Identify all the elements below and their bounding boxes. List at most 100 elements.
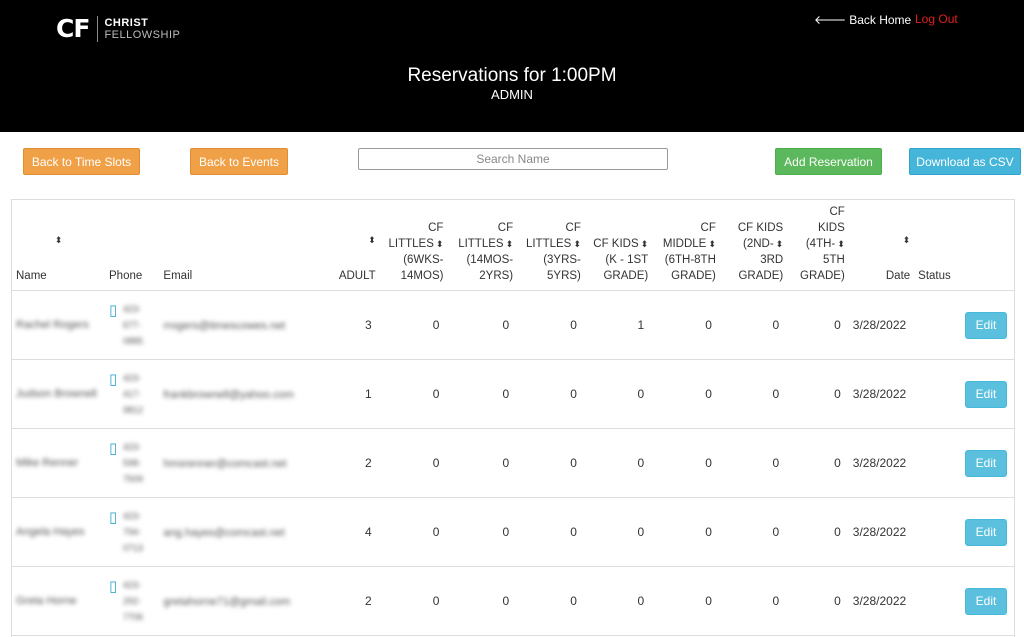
cell-count-mid: 0 xyxy=(652,290,720,360)
cell-count-adult: 2 xyxy=(328,428,380,498)
logo-line-1: CHRIST xyxy=(104,16,149,29)
col-header-middle[interactable]: CF MIDDLE ⬍ (6TH-8TH GRADE) xyxy=(652,200,720,291)
phone-part: 794- xyxy=(123,527,142,537)
cell-count-k2: 0 xyxy=(719,566,788,636)
phone-part: 423- xyxy=(123,511,142,521)
edit-button[interactable]: Edit xyxy=(965,518,1007,546)
cell-count-k2: 0 xyxy=(719,290,788,360)
cell-phone: ▯ 423- 292- 7706 xyxy=(105,566,160,636)
col-header-littles-14mos[interactable]: CF LITTLES ⬍ (14MOS- 2YRS) xyxy=(447,200,518,291)
cell-actions: Edit xyxy=(958,290,1014,360)
cell-phone: ▯ 423- 677- 0885 xyxy=(105,290,160,360)
cell-status xyxy=(914,290,959,360)
cell-date: 3/28/2022 xyxy=(848,497,915,567)
phone-part: 598- xyxy=(123,458,142,468)
cell-count-l2: 0 xyxy=(447,497,518,567)
back-to-events-button[interactable]: Back to Events xyxy=(190,148,288,175)
edit-button[interactable]: Edit xyxy=(965,587,1007,615)
cell-count-k2: 0 xyxy=(719,359,788,429)
cell-actions: Edit xyxy=(958,359,1014,429)
cell-status xyxy=(914,497,959,567)
back-home-label: Back Home xyxy=(849,13,912,27)
cell-count-l3: 0 xyxy=(517,566,585,636)
cell-name: Angela Hayes xyxy=(12,497,105,567)
mobile-phone-icon[interactable]: ▯ xyxy=(109,577,117,595)
col-header-kids-2nd3rd[interactable]: CF KIDS (2ND- ⬍ 3RD GRADE) xyxy=(719,200,788,291)
cell-count-l2: 0 xyxy=(447,428,518,498)
cell-count-l1: 0 xyxy=(379,290,448,360)
cell-count-l1: 0 xyxy=(379,428,448,498)
search-name-input[interactable] xyxy=(358,148,668,170)
cell-date: 3/28/2022 xyxy=(848,290,915,360)
cell-count-k1: 0 xyxy=(584,566,653,636)
cell-date: 3/28/2022 xyxy=(848,359,915,429)
cell-count-adult: 1 xyxy=(328,359,380,429)
cell-count-l2: 0 xyxy=(447,359,518,429)
cell-phone: ▯ 423- 794- 0713 xyxy=(105,497,160,567)
phone-part: 0713 xyxy=(123,543,144,553)
edit-button[interactable]: Edit xyxy=(965,380,1007,408)
col-header-kids-4th5th[interactable]: CF KIDS (4TH- ⬍ 5TH GRADE) xyxy=(787,200,849,291)
back-home-link[interactable]: 🡐 Back Home xyxy=(814,12,911,27)
sort-icon: ⬍ xyxy=(505,239,514,249)
cell-name: Greta Horne xyxy=(12,566,105,636)
cell-count-k1: 0 xyxy=(584,497,653,567)
phone-part: 423- xyxy=(123,442,142,452)
mobile-phone-icon[interactable]: ▯ xyxy=(109,301,117,319)
cell-count-l2: 0 xyxy=(447,566,518,636)
cell-actions: Edit xyxy=(958,566,1014,636)
mobile-phone-icon[interactable]: ▯ xyxy=(109,508,117,526)
col-header-littles-3yrs[interactable]: CF LITTLES ⬍ (3YRS- 5YRS) xyxy=(517,200,585,291)
mobile-phone-icon[interactable]: ▯ xyxy=(109,439,117,457)
cell-count-k2: 0 xyxy=(719,428,788,498)
back-to-time-slots-button[interactable]: Back to Time Slots xyxy=(23,148,140,175)
arrow-left-icon: 🡐 xyxy=(814,13,847,27)
cell-phone: ▯ 423- 598- 7509 xyxy=(105,428,160,498)
table-row: Angela Hayes ▯ 423- 794- 0713 ang.hayes@comca… xyxy=(12,497,1014,567)
logo-divider xyxy=(97,15,99,42)
phone-part: 423- xyxy=(123,580,142,590)
sort-icon: ⬍ xyxy=(435,239,444,249)
edit-button[interactable]: Edit xyxy=(965,311,1007,339)
cell-actions: Edit xyxy=(958,428,1014,498)
cell-email: hmsrenner@comcast.net xyxy=(159,428,329,498)
table-row: Judson Brownell ▯ 423- 417- 9812 frankbrownel… xyxy=(12,359,1014,429)
cell-count-k3: 0 xyxy=(787,290,849,360)
phone-part: 417- xyxy=(123,389,142,399)
table-row: Rachel Rogers ▯ 423- 677- 0885 rrogers@timesc… xyxy=(12,290,1014,360)
phone-part: 7706 xyxy=(123,612,144,622)
sort-icon: ⬍ xyxy=(837,239,845,249)
col-header-adult[interactable]: ⬍ ADULT xyxy=(328,200,380,291)
logo-line-2: FELLOWSHIP xyxy=(104,28,181,41)
col-header-phone: Phone xyxy=(105,200,160,291)
cell-email: rrogers@timescowes.net xyxy=(159,290,329,360)
logout-link[interactable]: Log Out xyxy=(915,12,958,26)
add-reservation-button[interactable]: Add Reservation xyxy=(775,148,882,175)
col-header-kids-k1[interactable]: CF KIDS ⬍ (K - 1ST GRADE) xyxy=(584,200,653,291)
cell-count-k3: 0 xyxy=(787,497,849,567)
phone-part: 423- xyxy=(123,373,142,383)
cell-email: frankbrownell@yahoo.com xyxy=(159,359,329,429)
col-header-date[interactable]: ⬍ Date xyxy=(848,200,915,291)
cell-email: gretahorne71@gmail.com xyxy=(159,566,329,636)
logo[interactable]: CF CHRIST FELLOWSHIP xyxy=(56,14,180,43)
cell-count-k1: 0 xyxy=(584,359,653,429)
cell-count-mid: 0 xyxy=(652,497,720,567)
cell-name: Judson Brownell xyxy=(12,359,105,429)
cell-name: Rachel Rogers xyxy=(12,290,105,360)
sort-icon: ⬍ xyxy=(573,239,581,249)
cell-count-k1: 0 xyxy=(584,428,653,498)
phone-part: 677- xyxy=(123,320,142,330)
col-header-name[interactable]: ⬍ Name xyxy=(12,200,105,291)
mobile-phone-icon[interactable]: ▯ xyxy=(109,370,117,388)
download-csv-button[interactable]: Download as CSV xyxy=(909,148,1021,175)
col-header-littles-6wks[interactable]: CF LITTLES ⬍ (6WKS- 14MOS) xyxy=(379,200,448,291)
table-row: Mike Renner ▯ 423- 598- 7509 hmsrenner@comcas… xyxy=(12,428,1014,498)
guest-name: Angela Hayes xyxy=(16,526,85,538)
page-subtitle: ADMIN xyxy=(491,87,533,102)
table-header-row: ⬍ Name Phone Email ⬍ ADULT CF LITTLES ⬍ (6WKS… xyxy=(12,200,1014,291)
cell-count-k2: 0 xyxy=(719,497,788,567)
page-title: Reservations for 1:00PM xyxy=(407,65,617,86)
edit-button[interactable]: Edit xyxy=(965,449,1007,477)
cell-count-l1: 0 xyxy=(379,566,448,636)
